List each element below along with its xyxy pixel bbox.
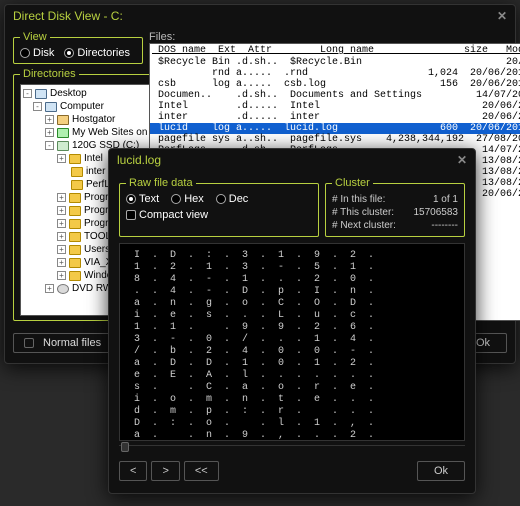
- ok-button[interactable]: Ok: [417, 461, 465, 481]
- view-fieldset: View Disk Directories: [13, 31, 143, 64]
- tree-label: Hostgator: [72, 114, 115, 125]
- toggle-icon[interactable]: +: [57, 258, 66, 267]
- tree-item[interactable]: - Desktop: [23, 87, 147, 100]
- tree-label: Computer: [60, 101, 104, 112]
- tree-label: Desktop: [50, 88, 87, 99]
- nav-buttons: < > <<: [119, 461, 219, 481]
- raw-data-fieldset: Raw file data Text Hex Dec Compact view: [119, 177, 319, 237]
- view-directories-option[interactable]: Directories: [64, 47, 130, 59]
- toggle-icon[interactable]: +: [57, 232, 66, 241]
- toggle-icon[interactable]: -: [23, 89, 32, 98]
- this-cluster-label: # This cluster:: [332, 207, 394, 218]
- radio-icon: [171, 194, 181, 204]
- file-row[interactable]: csb log a..... csb.log 156 20/06/2012: [150, 79, 520, 90]
- next-cluster-label: # Next cluster:: [332, 220, 396, 231]
- cluster-fieldset: Cluster # In this file: 1 of 1 # This clu…: [325, 177, 465, 237]
- file-row[interactable]: Intel .d..... Intel 20/06/2012: [150, 101, 520, 112]
- next-cluster-value: --------: [431, 220, 458, 231]
- first-button[interactable]: <<: [184, 461, 219, 481]
- folder-icon: [69, 154, 81, 164]
- position-slider[interactable]: [119, 445, 465, 455]
- radio-icon: [216, 194, 226, 204]
- cluster-legend: Cluster: [332, 177, 373, 189]
- file-row[interactable]: pagefile sys a..sh.. pagefile.sys 4,238,…: [150, 134, 520, 145]
- close-icon[interactable]: ✕: [497, 9, 507, 23]
- file-row[interactable]: Documen.. .d.sh.. Documents and Settings…: [150, 90, 520, 101]
- web-icon: [57, 128, 69, 138]
- file-list-header: DOS name Ext Attr Long name size ModDate: [150, 44, 520, 57]
- normal-files-toggle[interactable]: Normal files: [13, 333, 112, 353]
- file-row[interactable]: inter .d..... inter 20/06/2012: [150, 112, 520, 123]
- raw-data-legend: Raw file data: [126, 177, 196, 189]
- toggle-icon[interactable]: +: [57, 206, 66, 215]
- hex-view[interactable]: I . D . : . 3 . 1 . 9 . 2 . 1 . 2 . 1 . …: [119, 243, 465, 441]
- next-button[interactable]: >: [151, 461, 179, 481]
- tree-label: inter: [86, 166, 105, 177]
- tree-label: Users: [84, 244, 110, 255]
- view-legend: View: [20, 31, 50, 43]
- toggle-icon[interactable]: +: [45, 128, 54, 137]
- toggle-icon[interactable]: +: [57, 271, 66, 280]
- checkbox-icon: [24, 338, 34, 348]
- tree-label: Intel: [84, 153, 103, 164]
- folder-icon: [69, 245, 81, 255]
- desk-icon: [35, 89, 47, 99]
- toggle-icon[interactable]: +: [57, 154, 66, 163]
- folder-icon: [71, 167, 83, 177]
- in-file-label: # In this file:: [332, 194, 385, 205]
- folder-icon: [69, 232, 81, 242]
- files-label: Files:: [149, 31, 520, 43]
- file-row[interactable]: lucid log a..... lucid.log 600 20/06/201…: [150, 123, 520, 134]
- compact-view-toggle[interactable]: Compact view: [126, 209, 208, 221]
- dialog-top-row: Raw file data Text Hex Dec Compact view …: [119, 177, 465, 237]
- dialog-bottom-bar: < > << Ok: [119, 461, 465, 481]
- main-title: Direct Disk View - C:: [13, 9, 123, 23]
- folder-icon: [69, 193, 81, 203]
- main-titlebar[interactable]: Direct Disk View - C: ✕: [5, 5, 515, 27]
- folder-icon: [69, 271, 81, 281]
- dialog-body: Raw file data Text Hex Dec Compact view …: [109, 171, 475, 491]
- folder-icon: [69, 258, 81, 268]
- format-hex-option[interactable]: Hex: [171, 193, 204, 205]
- lucid-dialog: lucid.log ✕ Raw file data Text Hex Dec C…: [108, 148, 476, 494]
- radio-icon: [64, 48, 74, 58]
- radio-icon: [20, 48, 30, 58]
- close-icon[interactable]: ✕: [457, 153, 467, 167]
- toggle-icon[interactable]: +: [45, 284, 54, 293]
- net-icon: [57, 115, 69, 125]
- dialog-titlebar[interactable]: lucid.log ✕: [109, 149, 475, 171]
- normal-files-label: Normal files: [43, 337, 101, 349]
- toggle-icon[interactable]: +: [57, 193, 66, 202]
- checkbox-icon: [126, 210, 136, 220]
- format-text-option[interactable]: Text: [126, 193, 159, 205]
- file-row[interactable]: rnd a..... .rnd 1,024 20/06/2012: [150, 68, 520, 79]
- toggle-icon[interactable]: -: [33, 102, 42, 111]
- dvd-icon: [57, 284, 69, 294]
- tree-item[interactable]: + My Web Sites on: [23, 126, 147, 139]
- view-disk-option[interactable]: Disk: [20, 47, 54, 59]
- this-cluster-value: 15706583: [414, 207, 459, 218]
- tree-item[interactable]: + Hostgator: [23, 113, 147, 126]
- radio-icon: [126, 194, 136, 204]
- slider-thumb-icon[interactable]: [121, 442, 129, 452]
- directories-legend: Directories: [20, 68, 79, 80]
- prev-button[interactable]: <: [119, 461, 147, 481]
- toggle-icon[interactable]: +: [57, 219, 66, 228]
- in-file-value: 1 of 1: [433, 194, 458, 205]
- folder-icon: [69, 219, 81, 229]
- folder-icon: [71, 180, 83, 190]
- tree-label: My Web Sites on: [72, 127, 147, 138]
- toggle-icon[interactable]: +: [57, 245, 66, 254]
- toggle-icon[interactable]: -: [45, 141, 54, 150]
- toggle-icon[interactable]: +: [45, 115, 54, 124]
- folder-icon: [69, 206, 81, 216]
- format-dec-option[interactable]: Dec: [216, 193, 249, 205]
- comp-icon: [45, 102, 57, 112]
- tree-item[interactable]: - Computer: [23, 100, 147, 113]
- drive-icon: [57, 141, 69, 151]
- file-row[interactable]: $Recycle Bin .d.sh.. $Recycle.Bin 20/06/…: [150, 57, 520, 68]
- dialog-title: lucid.log: [117, 153, 161, 167]
